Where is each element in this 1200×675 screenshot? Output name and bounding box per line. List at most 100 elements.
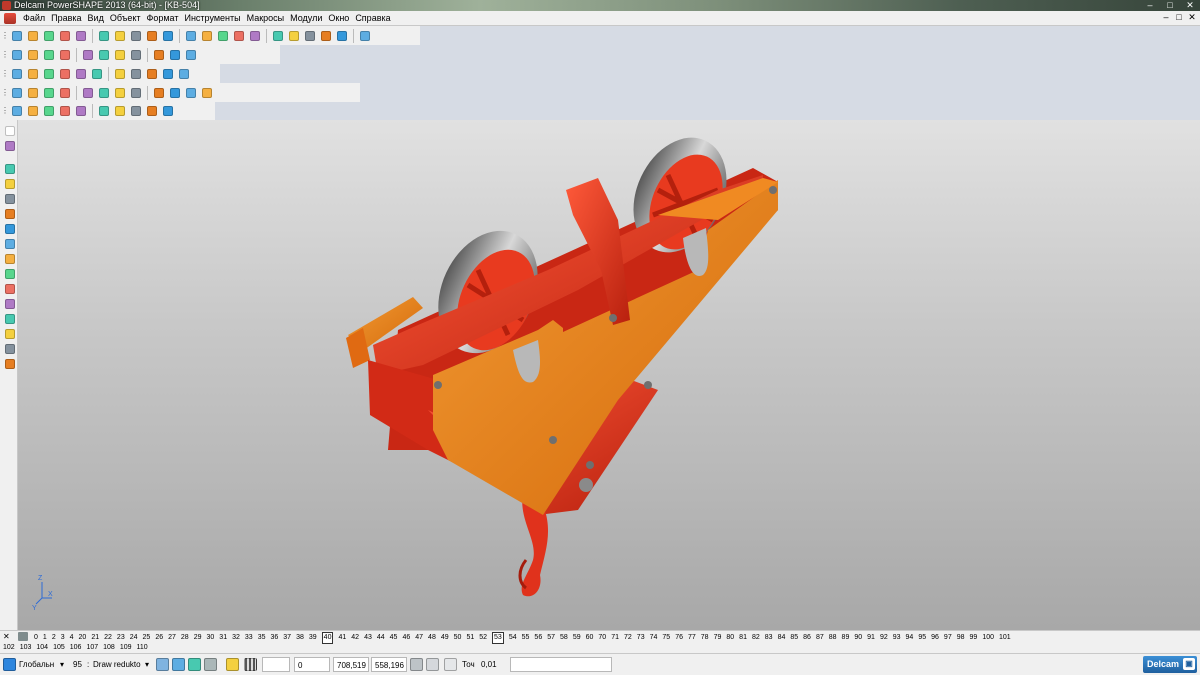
level-95[interactable]: 95 [918, 633, 926, 643]
level-26[interactable]: 26 [155, 633, 163, 643]
view-top-button[interactable] [10, 86, 24, 100]
minimize-button[interactable]: – [1143, 0, 1157, 11]
level-89[interactable]: 89 [842, 633, 850, 643]
level-110[interactable]: 110 [137, 643, 148, 653]
level-73[interactable]: 73 [637, 633, 645, 643]
rotate-button[interactable] [184, 86, 198, 100]
level-58[interactable]: 58 [560, 633, 568, 643]
level-80[interactable]: 80 [726, 633, 734, 643]
level-106[interactable]: 106 [70, 643, 82, 653]
shade-button[interactable] [319, 29, 333, 43]
toolbar-grip[interactable]: ⋮ [1, 47, 9, 62]
menu-modules[interactable]: Модули [287, 12, 325, 25]
workplane-tool-button[interactable] [3, 327, 17, 341]
level-23[interactable]: 23 [117, 633, 125, 643]
level-41[interactable]: 41 [338, 633, 346, 643]
text-tool-button[interactable] [3, 222, 17, 236]
level-25[interactable]: 25 [143, 633, 151, 643]
level-40[interactable]: 40 [321, 632, 334, 644]
toolbar-grip[interactable]: ⋮ [1, 85, 9, 100]
lathe-tool-button[interactable] [3, 357, 17, 371]
dimension-tool-button[interactable] [3, 237, 17, 251]
cylinder-button[interactable] [58, 67, 72, 81]
view-iso1-button[interactable] [58, 86, 72, 100]
toolbar-grip[interactable]: ⋮ [1, 66, 9, 81]
arc-tool-button[interactable] [3, 177, 17, 191]
level-74[interactable]: 74 [650, 633, 658, 643]
menu-window[interactable]: Окно [325, 12, 352, 25]
layers-button[interactable] [10, 29, 24, 43]
chamfer-button[interactable] [152, 48, 166, 62]
feature-tool-button[interactable] [3, 282, 17, 296]
save-button[interactable] [42, 29, 56, 43]
surface-tool-button[interactable] [3, 252, 17, 266]
model-button[interactable] [10, 48, 24, 62]
tolerance-icon[interactable] [444, 658, 457, 671]
level-91[interactable]: 91 [867, 633, 875, 643]
revolve-button[interactable] [97, 48, 111, 62]
level-0[interactable]: 0 [34, 633, 38, 643]
component-button[interactable] [26, 104, 40, 118]
level-44[interactable]: 44 [377, 633, 385, 643]
boolean-button[interactable] [113, 48, 127, 62]
level-dropdown-icon[interactable]: ▾ [145, 657, 149, 672]
level-47[interactable]: 47 [415, 633, 423, 643]
level-85[interactable]: 85 [790, 633, 798, 643]
extrude-button[interactable] [74, 67, 88, 81]
level-87[interactable]: 87 [816, 633, 824, 643]
select-surface-icon[interactable] [172, 658, 185, 671]
explode-button[interactable] [161, 104, 175, 118]
fix-button[interactable] [145, 104, 159, 118]
undo-button[interactable] [145, 29, 159, 43]
menu-edit[interactable]: Правка [48, 12, 84, 25]
zoom-button[interactable] [129, 86, 143, 100]
level-86[interactable]: 86 [803, 633, 811, 643]
doc-close-button[interactable]: ✕ [1187, 12, 1197, 23]
level-39[interactable]: 39 [309, 633, 317, 643]
level-24[interactable]: 24 [130, 633, 138, 643]
select-button[interactable] [200, 29, 214, 43]
print-button[interactable] [58, 29, 72, 43]
menu-file[interactable]: Файл [20, 12, 48, 25]
level-79[interactable]: 79 [714, 633, 722, 643]
level-51[interactable]: 51 [466, 633, 474, 643]
feature-button[interactable] [177, 67, 191, 81]
level-38[interactable]: 38 [296, 633, 304, 643]
revolve-button[interactable] [90, 67, 104, 81]
align-button[interactable] [58, 104, 72, 118]
level-31[interactable]: 31 [219, 633, 227, 643]
view-right-button[interactable] [42, 86, 56, 100]
graphics-viewport[interactable]: X Z Y [18, 120, 1200, 630]
level-76[interactable]: 76 [675, 633, 683, 643]
level-94[interactable]: 94 [906, 633, 914, 643]
level-46[interactable]: 46 [402, 633, 410, 643]
level-78[interactable]: 78 [701, 633, 709, 643]
menu-format[interactable]: Формат [144, 12, 182, 25]
tolerance-value[interactable]: 0,01 [481, 657, 497, 672]
levels-close-icon[interactable]: ✕ [3, 632, 10, 641]
view-iso4-button[interactable] [113, 86, 127, 100]
level-98[interactable]: 98 [957, 633, 965, 643]
level-107[interactable]: 107 [86, 643, 98, 653]
angle-button[interactable] [97, 104, 111, 118]
curve-tool-button[interactable] [3, 162, 17, 176]
level-60[interactable]: 60 [586, 633, 594, 643]
level-45[interactable]: 45 [390, 633, 398, 643]
coordinate-x-field[interactable]: 708,519 [333, 657, 369, 672]
copy-button[interactable] [97, 29, 111, 43]
command-field[interactable] [510, 657, 612, 672]
cone-button[interactable] [42, 48, 56, 62]
section-button[interactable] [200, 86, 214, 100]
level-1[interactable]: 1 [43, 633, 47, 643]
mesh-tool-button[interactable] [3, 312, 17, 326]
wireframe-button[interactable] [335, 29, 349, 43]
level-103[interactable]: 103 [20, 643, 32, 653]
level-71[interactable]: 71 [611, 633, 619, 643]
assembly-button[interactable] [10, 104, 24, 118]
electrode-tool-button[interactable] [3, 297, 17, 311]
redo-all-button[interactable] [184, 29, 198, 43]
level-101[interactable]: 101 [999, 633, 1011, 643]
workplane-select[interactable]: Глобальн [19, 657, 54, 672]
chamfer-button[interactable] [145, 67, 159, 81]
doc-minimize-button[interactable]: – [1161, 12, 1171, 23]
